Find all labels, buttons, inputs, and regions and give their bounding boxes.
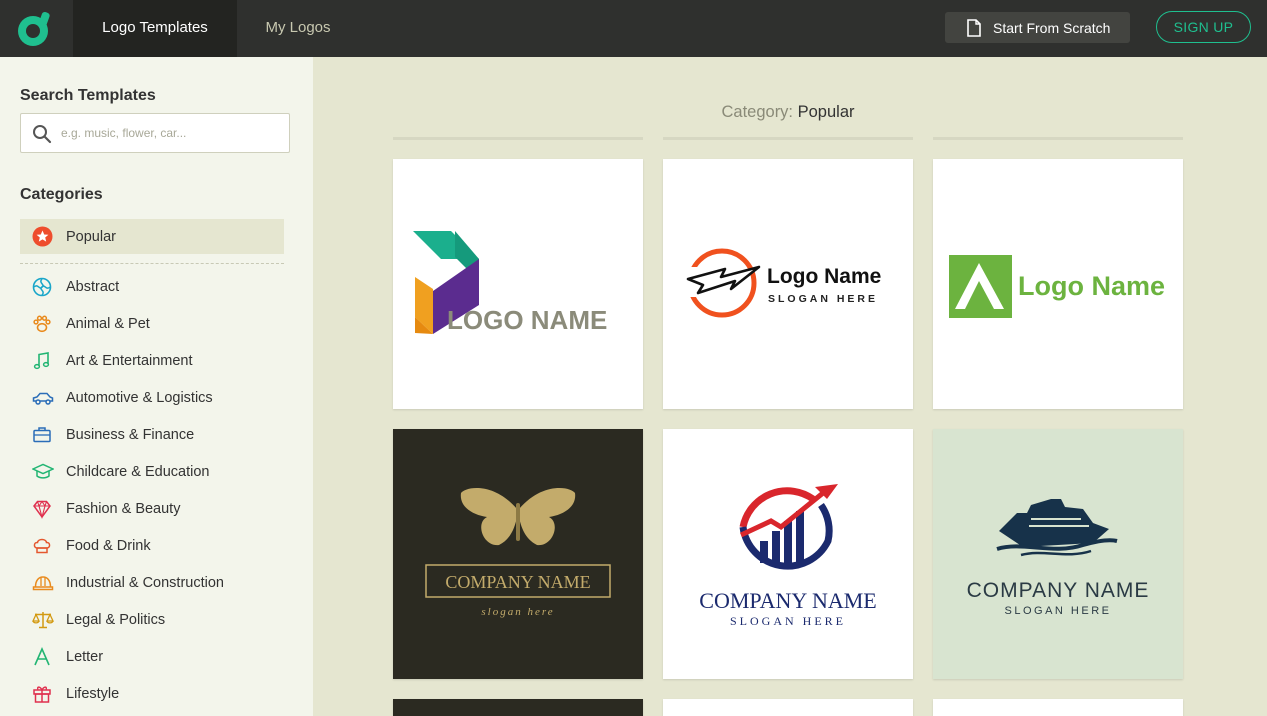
start-from-scratch-label: Start From Scratch (993, 20, 1111, 36)
sign-up-button[interactable]: SIGN UP (1156, 11, 1251, 43)
tab-my-logos[interactable]: My Logos (237, 0, 359, 57)
search-templates-heading: Search Templates (20, 87, 156, 104)
star-icon (32, 226, 53, 247)
chef-hat-icon (33, 538, 51, 554)
template-card[interactable] (933, 699, 1183, 716)
music-note-icon (33, 352, 50, 370)
category-item-childcare-education[interactable]: Childcare & Education (20, 457, 284, 487)
diamond-icon (33, 500, 51, 519)
template-card-green-a[interactable]: Logo Name (933, 159, 1183, 409)
template-slogan: SLOGAN HERE (1005, 605, 1112, 617)
search-icon (33, 125, 52, 144)
category-label: Fashion & Beauty (66, 501, 181, 517)
category-label: Lifestyle (66, 686, 120, 702)
search-box[interactable] (20, 113, 290, 153)
ribbon-p-logo: LOGO NAME (413, 231, 607, 335)
start-from-scratch-button[interactable]: Start From Scratch (945, 12, 1130, 43)
grid-column-rule (933, 137, 1183, 140)
category-value: Popular (797, 103, 855, 121)
category-label: Industrial & Construction (66, 575, 224, 591)
category-item-animal-pet[interactable]: Animal & Pet (20, 309, 284, 339)
template-name: COMPANY NAME (699, 588, 876, 613)
category-label: Letter (66, 649, 104, 665)
category-item-abstract[interactable]: Abstract (20, 272, 284, 302)
template-card-growth-chart[interactable]: COMPANY NAME SLOGAN HERE (663, 429, 913, 679)
lightning-circle-logo: Logo Name SLOGAN HERE (683, 248, 881, 318)
template-card[interactable] (663, 699, 913, 716)
scales-icon (32, 612, 54, 629)
template-card-lightning-circle[interactable]: Logo Name SLOGAN HERE (663, 159, 913, 409)
butterfly-logo: COMPANY NAME slogan here (425, 487, 611, 618)
sidebar: Search Templates Categories Popular Abst… (0, 57, 313, 716)
graduation-cap-icon (32, 463, 54, 479)
cruise-ship-logo: COMPANY NAME SLOGAN HERE (967, 499, 1150, 617)
category-label: Legal & Politics (66, 612, 166, 628)
document-icon (967, 19, 981, 37)
category-item-automotive-logistics[interactable]: Automotive & Logistics (20, 383, 284, 413)
category-item-industrial-construction[interactable]: Industrial & Construction (20, 568, 284, 598)
category-label: Popular (66, 229, 116, 245)
template-card[interactable] (393, 699, 643, 716)
template-slogan: SLOGAN HERE (730, 614, 846, 628)
top-nav-bar: Logo Templates My Logos Start From Scrat… (0, 0, 1267, 57)
growth-chart-logo: COMPANY NAME SLOGAN HERE (699, 484, 877, 628)
category-divider (20, 263, 284, 264)
category-label: Childcare & Education (66, 464, 210, 480)
template-card-cruise-ship[interactable]: COMPANY NAME SLOGAN HERE (933, 429, 1183, 679)
category-item-food-drink[interactable]: Food & Drink (20, 531, 284, 561)
template-name: COMPANY NAME (967, 579, 1150, 602)
template-name: COMPANY NAME (445, 572, 590, 592)
paw-icon (33, 315, 51, 333)
gift-icon (33, 686, 51, 703)
category-heading: Category: Popular (393, 103, 1183, 122)
briefcase-icon (33, 427, 51, 443)
category-label: Food & Drink (66, 538, 151, 554)
categories-heading: Categories (20, 186, 103, 203)
car-icon (32, 392, 54, 405)
category-label: Animal & Pet (66, 316, 150, 332)
template-name: Logo Name (1018, 271, 1165, 301)
template-slogan: slogan here (481, 606, 554, 618)
grid-column-rule (393, 137, 643, 140)
brand-logo-icon[interactable] (14, 8, 52, 48)
category-item-legal-politics[interactable]: Legal & Politics (20, 605, 284, 635)
category-item-business-finance[interactable]: Business & Finance (20, 420, 284, 450)
hard-hat-icon (32, 576, 54, 591)
category-item-art-entertainment[interactable]: Art & Entertainment (20, 346, 284, 376)
template-card-ribbon-p[interactable]: LOGO NAME (393, 159, 643, 409)
category-item-popular[interactable]: Popular (20, 219, 284, 254)
search-input[interactable] (61, 122, 281, 144)
grid-column-rule (663, 137, 913, 140)
letter-a-icon (34, 647, 50, 666)
tab-logo-templates[interactable]: Logo Templates (73, 0, 237, 57)
category-item-letter[interactable]: Letter (20, 642, 284, 672)
abstract-swirl-icon (32, 277, 52, 297)
template-name: Logo Name (767, 265, 881, 288)
template-name: LOGO NAME (447, 305, 607, 335)
category-label: Business & Finance (66, 427, 195, 443)
template-slogan: SLOGAN HERE (768, 293, 878, 305)
category-item-lifestyle[interactable]: Lifestyle (20, 679, 284, 709)
template-card-butterfly[interactable]: COMPANY NAME slogan here (393, 429, 643, 679)
category-item-fashion-beauty[interactable]: Fashion & Beauty (20, 494, 284, 524)
green-a-logo: Logo Name (949, 255, 1165, 318)
category-label: Abstract (66, 279, 120, 295)
category-key: Category: (721, 103, 794, 121)
category-label: Automotive & Logistics (66, 390, 213, 406)
category-label: Art & Entertainment (66, 353, 193, 369)
